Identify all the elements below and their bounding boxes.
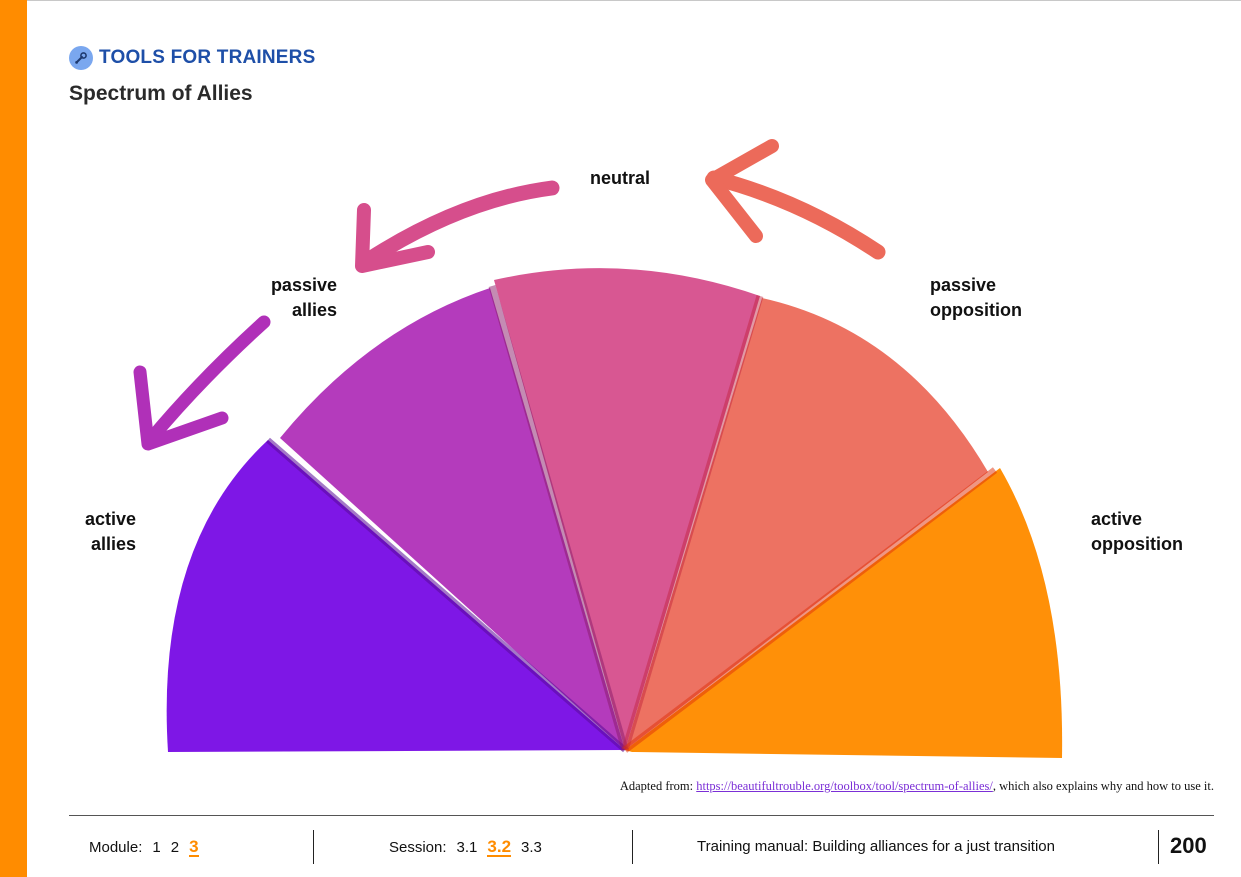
manual-title: Training manual: Building alliances for … [697,838,1055,855]
page-number: 200 [1170,833,1207,858]
page-footer: Module: 1 2 3 Session: 3.1 3.2 3.3 Train… [0,816,1241,877]
module-nav: Module: 1 2 3 [89,838,199,857]
module-current[interactable]: 3 [189,838,199,857]
session-link-3-1[interactable]: 3.1 [457,839,478,856]
label-active-opposition: active opposition [1091,509,1183,554]
arrow-neutral-to-passive-allies [355,180,560,273]
source-credit: Adapted from: https://beautifultrouble.o… [619,779,1214,793]
module-link-2[interactable]: 2 [171,839,179,856]
footer-separator [1158,830,1159,864]
session-nav: Session: 3.1 3.2 3.3 [389,838,542,857]
module-link-1[interactable]: 1 [152,839,160,856]
label-neutral: neutral [589,168,650,188]
footer-separator [632,830,633,864]
source-link[interactable]: https://beautifultrouble.org/toolbox/too… [696,779,993,793]
footer-separator [313,830,314,864]
module-label: Module: [89,839,143,856]
session-label: Session: [389,839,447,856]
arrow-passive-allies-to-active-allies [133,315,271,451]
label-active-allies: active allies [84,509,136,554]
spectrum-diagram [133,139,1063,758]
label-passive-allies: passive allies [270,275,337,320]
label-passive-opposition: passive opposition [930,275,1022,320]
session-current[interactable]: 3.2 [487,838,512,857]
arrow-passive-opposition-to-neutral [705,139,886,260]
session-link-3-3[interactable]: 3.3 [521,839,542,856]
